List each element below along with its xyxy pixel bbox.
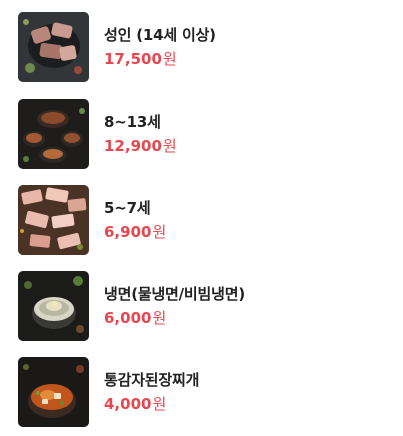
menu-item-price-row: 6,900원: [104, 222, 166, 242]
price-unit: 원: [152, 395, 167, 413]
grilled-meat-platter-image: [18, 12, 89, 82]
menu-item-name: 통감자된장찌개: [104, 371, 200, 389]
menu-item-price: 4,000: [104, 395, 152, 413]
raw-pork-belly-image: [18, 185, 89, 255]
doenjang-stew-image: [18, 357, 89, 427]
menu-item-price: 6,000: [104, 309, 152, 327]
menu-list: 성인 (14세 이상) 17,500원 8~13세 12,900원 5~7세 6…: [0, 0, 403, 436]
menu-item-name: 5~7세: [104, 199, 151, 217]
menu-item-child-8-13[interactable]: 8~13세 12,900원: [18, 98, 388, 170]
price-unit: 원: [152, 223, 167, 241]
menu-item-name: 성인 (14세 이상): [104, 26, 216, 44]
menu-item-price: 17,500: [104, 50, 162, 68]
menu-item-price-row: 12,900원: [104, 136, 177, 156]
menu-item-child-5-7[interactable]: 5~7세 6,900원: [18, 184, 388, 256]
menu-item-name: 냉면(물냉면/비빔냉면): [104, 285, 245, 303]
cold-noodle-bowl-image: [18, 271, 89, 341]
menu-item-price-row: 17,500원: [104, 49, 216, 69]
price-unit: 원: [162, 137, 177, 155]
menu-item-price-row: 6,000원: [104, 308, 245, 328]
menu-item-adult[interactable]: 성인 (14세 이상) 17,500원: [18, 11, 388, 83]
menu-item-name: 8~13세: [104, 113, 161, 131]
menu-item-price-row: 4,000원: [104, 394, 199, 414]
menu-item-price: 12,900: [104, 137, 162, 155]
price-unit: 원: [152, 309, 167, 327]
menu-item-doenjang-stew[interactable]: 통감자된장찌개 4,000원: [18, 356, 388, 428]
menu-item-naengmyeon[interactable]: 냉면(물냉면/비빔냉면) 6,000원: [18, 270, 388, 342]
korean-bbq-dishes-image: [18, 99, 89, 169]
price-unit: 원: [162, 50, 177, 68]
menu-item-price: 6,900: [104, 223, 152, 241]
